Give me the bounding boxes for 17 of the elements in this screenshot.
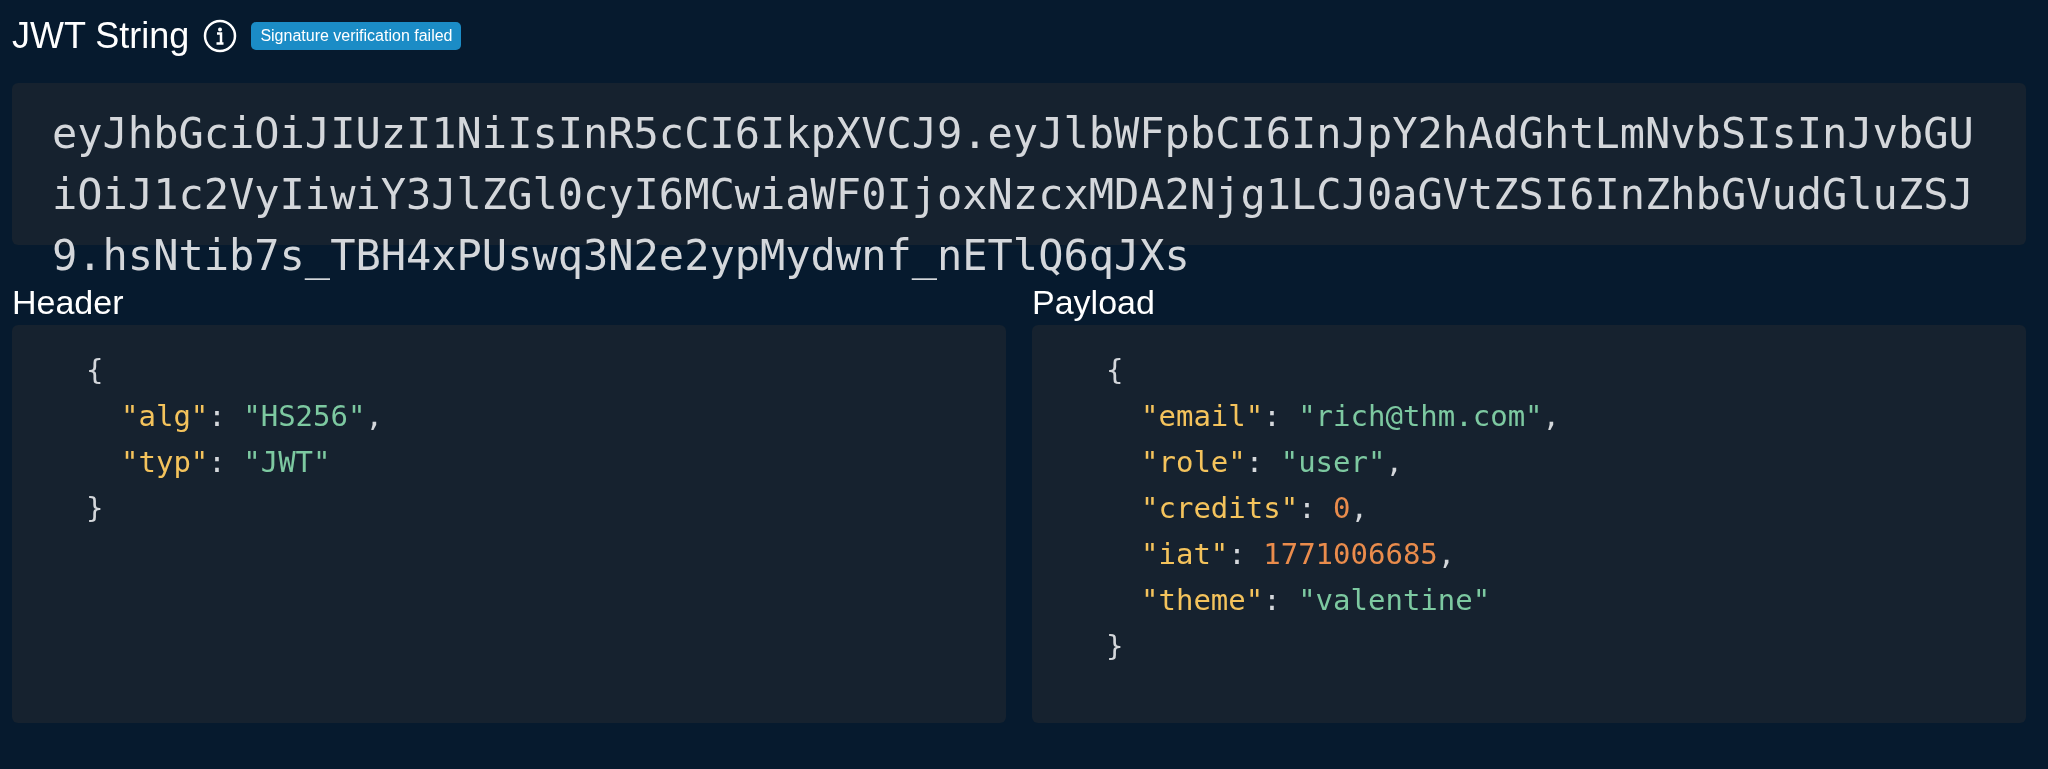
code-line: "credits": 0, xyxy=(1140,490,1368,527)
code-line: "role": "user", xyxy=(1140,444,1403,481)
code-line: "alg": "HS256", xyxy=(120,398,383,435)
code-line: } xyxy=(86,490,104,527)
code-line: "email": "rich@thm.com", xyxy=(1140,398,1561,435)
token-text: eyJhbGciOiJIUzI1NiIsInR5cCI6IkpXVCJ9.eyJlbWFpbCI6InJpY2hAdGhtLmNvbSIsInJvbGUiOiJ1c2VyIiwiY3JlZGl0cyI6MCwiaWF0IjoxNzcxMDA2Njg1LCJ0aGVtZSI6InZhbGVudGluZSJ9.hsNtib7s_TBH4xPUswq3N2e2ypMydwnf_nETlQ6qJXs xyxy=(52,108,1975,282)
status-badge: Signature verification failed xyxy=(251,22,462,50)
section-title: Header xyxy=(12,285,125,323)
code-line: "theme": "valentine" xyxy=(1140,582,1491,619)
code-line: { xyxy=(86,352,104,389)
section-title: Payload xyxy=(1032,285,1156,323)
info-icon[interactable] xyxy=(203,19,238,53)
section-title: JWT String xyxy=(12,18,190,54)
code-line: "typ": "JWT" xyxy=(120,444,331,481)
code-line: { xyxy=(1106,352,1124,389)
code-line: } xyxy=(1106,628,1124,665)
code-line: "iat": 1771006685, xyxy=(1140,536,1456,573)
